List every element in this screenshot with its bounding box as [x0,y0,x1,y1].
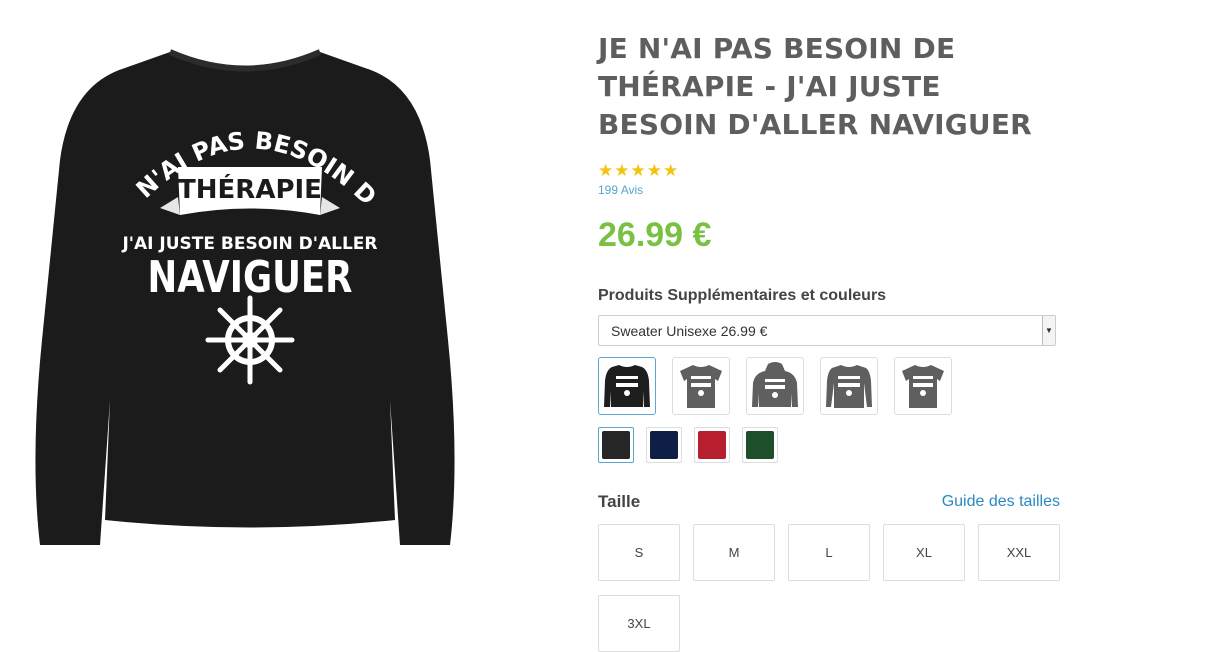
color-swatches [598,427,1060,463]
print-line-2: THÉRAPIE [178,173,322,205]
size-s-button[interactable]: S [598,524,680,581]
product-title: JE N'AI PAS BESOIN DE THÉRAPIE - J'AI JU… [598,32,1032,141]
product-image: JE N'AI PAS BESOIN DE THÉRAPIE J'AI JUST… [22,18,460,550]
size-3xl-button[interactable]: 3XL [598,595,680,652]
swatch-navy-fill [650,431,678,459]
swatch-black-fill [602,431,630,459]
swatch-black[interactable] [598,427,634,463]
size-header: Taille Guide des tailles [598,492,1060,512]
reviews-link[interactable]: 199 Avis [598,183,643,197]
size-m-button[interactable]: M [693,524,775,581]
size-xl-button[interactable]: XL [883,524,965,581]
swatch-red-fill [698,431,726,459]
swatch-red[interactable] [694,427,730,463]
tshirt-thumb-icon [902,365,944,408]
longsleeve-thumb-icon [826,365,872,408]
size-l-button[interactable]: L [788,524,870,581]
print-line-4: NAVIGUER [148,252,353,303]
product-price: 26.99 € [598,216,712,254]
product-select[interactable]: Sweater Unisexe 26.99 € ▼ [598,315,1056,346]
product-thumbnails [598,357,1060,415]
size-label: Taille [598,492,641,511]
options-label: Produits Supplémentaires et couleurs [598,287,887,304]
select-arrow-icon: ▼ [1042,316,1055,345]
product-select-value: Sweater Unisexe 26.99 € [611,322,768,339]
sweater-thumb-icon [604,365,650,407]
thumb-longsleeve-grey[interactable] [820,357,878,415]
print-line-3: J'AI JUSTE BESOIN D'ALLER [121,234,377,254]
size-options: S M L XL XXL 3XL [598,524,1068,652]
thumb-hoodie-grey[interactable] [746,357,804,415]
swatch-navy[interactable] [646,427,682,463]
hoodie-thumb-icon [752,362,798,407]
thumb-tshirt-grey[interactable] [672,357,730,415]
rating-stars-icon: ★★★★★ [598,161,680,180]
thumb-sweater-black[interactable] [598,357,656,415]
swatch-green-fill [746,431,774,459]
product-info: JE N'AI PAS BESOIN DE THÉRAPIE - J'AI JU… [598,30,1060,652]
swatch-green[interactable] [742,427,778,463]
size-xxl-button[interactable]: XXL [978,524,1060,581]
ship-wheel-icon [205,295,295,385]
thumb-tshirt-grey-2[interactable] [894,357,952,415]
tshirt-thumb-icon [680,365,722,408]
size-guide-link[interactable]: Guide des tailles [942,493,1060,511]
